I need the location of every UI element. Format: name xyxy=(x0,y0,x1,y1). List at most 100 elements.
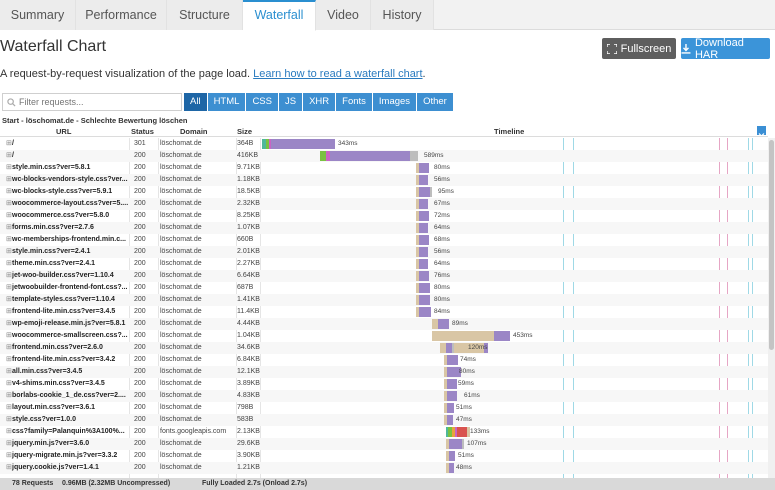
table-row[interactable]: ⊞ v4-shims.min.css?ver=3.4.5 200 löschomat.… xyxy=(0,378,768,390)
timeline-options-button[interactable] xyxy=(757,126,766,137)
waterfall-help-link[interactable]: Learn how to read a waterfall chart xyxy=(253,68,422,80)
request-duration: 84ms xyxy=(434,308,450,315)
filter-html[interactable]: HTML xyxy=(207,93,246,111)
filter-xhr[interactable]: XHR xyxy=(303,93,336,111)
timeline-bar-segment xyxy=(330,151,410,161)
request-url: borlabs-cookie_1_de.css?ver=2.... xyxy=(12,392,126,399)
header-size[interactable]: Size xyxy=(237,127,252,136)
request-size: 416KB xyxy=(237,152,259,159)
tab-performance[interactable]: Performance xyxy=(76,0,167,30)
request-url: jet-woo-builder.css?ver=1.10.4 xyxy=(12,272,114,279)
filter-images[interactable]: Images xyxy=(372,93,417,111)
expand-row-icon[interactable]: ⊞ xyxy=(6,271,12,279)
request-duration: 89ms xyxy=(452,320,468,327)
expand-row-icon[interactable]: ⊞ xyxy=(6,211,12,219)
table-row[interactable]: ⊞ jet-woo-builder.css?ver=1.10.4 200 löscho… xyxy=(0,270,768,282)
table-row[interactable]: ⊞ wc-memberships-frontend.min.c... 200 lösc… xyxy=(0,234,768,246)
filter-requests-input[interactable] xyxy=(19,97,169,107)
expand-row-icon[interactable]: ⊞ xyxy=(6,307,12,315)
tab-video[interactable]: Video xyxy=(316,0,371,30)
table-row[interactable]: ⊞/ 301 löschomat.de 364B 343ms xyxy=(0,138,768,150)
request-duration: 64ms xyxy=(434,260,450,267)
filter-other[interactable]: Other xyxy=(417,93,453,111)
timeline-bar-segment xyxy=(447,391,457,401)
expand-row-icon[interactable]: ⊞ xyxy=(6,331,12,339)
table-row[interactable]: ⊞ jetwoobuilder-frontend-font.css?... 200 l… xyxy=(0,282,768,294)
table-row[interactable]: ⊞ style.min.css?ver=2.4.1 200 löschomat.de 2… xyxy=(0,246,768,258)
table-row[interactable]: ⊞ woocommerce-layout.css?ver=5.... 200 lösc… xyxy=(0,198,768,210)
expand-row-icon[interactable]: ⊞ xyxy=(6,175,12,183)
table-row[interactable]: ⊞ theme.min.css?ver=2.4.1 200 löschomat.de 2… xyxy=(0,258,768,270)
table-row[interactable]: ⊞ frontend-lite.min.css?ver=3.4.2 200 lösch… xyxy=(0,354,768,366)
table-row[interactable]: ⊞ style.css?ver=1.0.0 200 löschomat.de 583B 4… xyxy=(0,414,768,426)
header-timeline[interactable]: Timeline xyxy=(494,127,524,136)
expand-row-icon[interactable]: ⊞ xyxy=(6,367,12,375)
filter-css[interactable]: CSS xyxy=(246,93,278,111)
request-status: 200 xyxy=(134,464,146,471)
expand-row-icon[interactable]: ⊞ xyxy=(6,403,12,411)
table-row[interactable]: ⊞ woocommerce-smallscreen.css?... 200 lösch… xyxy=(0,330,768,342)
expand-row-icon[interactable]: ⊞ xyxy=(6,463,12,471)
tab-summary[interactable]: Summary xyxy=(0,0,76,30)
table-row[interactable]: ⊞ all.min.css?ver=3.4.5 200 löschomat.de 12.… xyxy=(0,366,768,378)
expand-row-icon[interactable]: ⊞ xyxy=(6,379,12,387)
table-row[interactable]: ⊞ wc-blocks-style.css?ver=5.9.1 200 löschom… xyxy=(0,186,768,198)
expand-row-icon[interactable]: ⊞ xyxy=(6,259,12,267)
request-status: 200 xyxy=(134,416,146,423)
expand-row-icon[interactable]: ⊞ xyxy=(6,451,12,459)
expand-row-icon[interactable]: ⊞ xyxy=(6,163,12,171)
expand-row-icon[interactable]: ⊞ xyxy=(6,355,12,363)
table-row[interactable]: ⊞ frontend.min.css?ver=2.6.0 200 löschomat.… xyxy=(0,342,768,354)
tab-waterfall[interactable]: Waterfall xyxy=(243,0,316,31)
expand-row-icon[interactable]: ⊞ xyxy=(6,139,12,147)
table-row[interactable]: ⊞ forms.min.css?ver=2.7.6 200 löschomat.de 1… xyxy=(0,222,768,234)
table-row[interactable]: ⊞ jquery-migrate.min.js?ver=3.3.2 200 lösch… xyxy=(0,450,768,462)
timeline-bar-segment xyxy=(419,247,428,257)
table-row[interactable]: ⊞ style.min.css?ver=5.8.1 200 löschomat.de 9… xyxy=(0,162,768,174)
request-domain: löschomat.de xyxy=(160,452,202,459)
expand-row-icon[interactable]: ⊞ xyxy=(6,391,12,399)
request-duration: 80ms xyxy=(434,164,450,171)
filter-requests[interactable] xyxy=(2,93,182,111)
table-row[interactable]: ⊞ borlabs-cookie_1_de.css?ver=2.... 200 lös… xyxy=(0,390,768,402)
filter-all[interactable]: All xyxy=(184,93,207,111)
table-row[interactable]: ⊞ woocommerce.css?ver=5.8.0 200 löschomat.d… xyxy=(0,210,768,222)
expand-row-icon[interactable]: ⊞ xyxy=(6,319,12,327)
expand-row-icon[interactable]: ⊞ xyxy=(6,295,12,303)
expand-row-icon[interactable]: ⊞ xyxy=(6,187,12,195)
expand-row-icon[interactable]: ⊞ xyxy=(6,343,12,351)
download-icon xyxy=(681,43,691,54)
table-row[interactable]: ⊞ jquery.cookie.js?ver=1.4.1 200 löschomat.… xyxy=(0,462,768,474)
request-duration: 80ms xyxy=(434,296,450,303)
expand-row-icon[interactable]: ⊞ xyxy=(6,235,12,243)
expand-row-icon[interactable]: ⊞ xyxy=(6,283,12,291)
fullscreen-button[interactable]: Fullscreen xyxy=(602,38,676,59)
request-size: 798B xyxy=(237,404,254,411)
table-row[interactable]: ⊞ wp-emoji-release.min.js?ver=5.8.1 200 lös… xyxy=(0,318,768,330)
expand-row-icon[interactable]: ⊞ xyxy=(6,439,12,447)
expand-row-icon[interactable]: ⊞ xyxy=(6,151,12,159)
tab-structure[interactable]: Structure xyxy=(167,0,243,30)
expand-row-icon[interactable]: ⊞ xyxy=(6,247,12,255)
table-row[interactable]: ⊞ wc-blocks-vendors-style.css?ver... 200 lö… xyxy=(0,174,768,186)
request-size: 660B xyxy=(237,236,254,243)
header-url[interactable]: URL xyxy=(56,127,71,136)
scrollbar[interactable] xyxy=(768,138,775,478)
table-row[interactable]: ⊞ layout.min.css?ver=3.6.1 200 löschomat.de… xyxy=(0,402,768,414)
expand-row-icon[interactable]: ⊞ xyxy=(6,223,12,231)
expand-row-icon[interactable]: ⊞ xyxy=(6,415,12,423)
tab-history[interactable]: History xyxy=(371,0,434,30)
scrollbar-thumb[interactable] xyxy=(769,140,774,350)
filter-fonts[interactable]: Fonts xyxy=(336,93,372,111)
table-row[interactable]: ⊞/ 200 löschomat.de 416KB 589ms xyxy=(0,150,768,162)
expand-row-icon[interactable]: ⊞ xyxy=(6,199,12,207)
header-status[interactable]: Status xyxy=(131,127,154,136)
expand-row-icon[interactable]: ⊞ xyxy=(6,427,12,435)
table-row[interactable]: ⊞ jquery.min.js?ver=3.6.0 200 löschomat.de 2… xyxy=(0,438,768,450)
download-har-button[interactable]: Download HAR xyxy=(681,37,770,61)
table-row[interactable]: ⊞ frontend-lite.min.css?ver=3.4.5 200 lösch… xyxy=(0,306,768,318)
filter-js[interactable]: JS xyxy=(278,93,303,111)
table-row[interactable]: ⊞ css?family=Palanquin%3A100%... 200 fonts.… xyxy=(0,426,768,438)
table-row[interactable]: ⊞ template-styles.css?ver=1.10.4 200 löscho… xyxy=(0,294,768,306)
header-domain[interactable]: Domain xyxy=(180,127,208,136)
